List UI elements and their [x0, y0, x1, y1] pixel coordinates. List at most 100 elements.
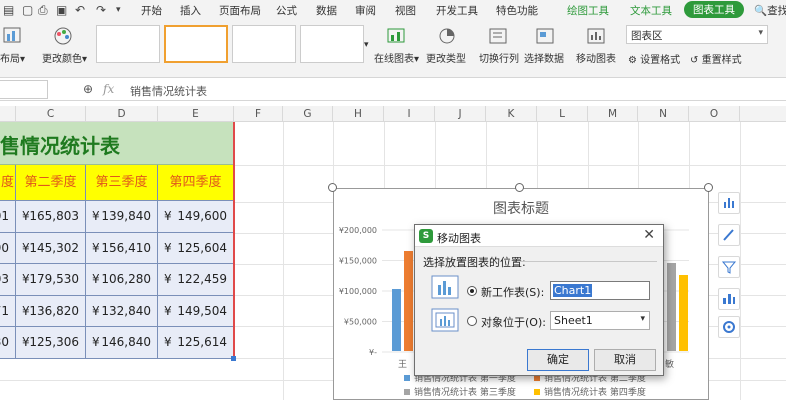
online-chart-tool[interactable] — [718, 288, 740, 310]
save-icon[interactable]: ▢ — [22, 3, 33, 17]
tab-home[interactable]: 开始 — [141, 3, 162, 18]
column-header-i[interactable]: I — [384, 106, 435, 122]
column-header-o[interactable]: O — [689, 106, 740, 122]
select-data-button[interactable]: 选择数据 — [524, 50, 564, 65]
column-header-g[interactable]: G — [283, 106, 333, 122]
name-box[interactable] — [0, 80, 48, 99]
table-cell[interactable]: ¥122,459 — [158, 264, 234, 296]
table-cell[interactable]: ¥165,803 — [16, 201, 86, 233]
copy-icon[interactable]: ▤ — [3, 3, 14, 17]
table-cell[interactable]: ¥145,302 — [16, 232, 86, 264]
preview-icon[interactable]: ▣ — [56, 3, 67, 17]
reset-style-button[interactable]: ↺ 重置样式 — [690, 51, 742, 66]
table-cell[interactable]: 90 — [0, 232, 16, 264]
table-cell[interactable]: ¥179,530 — [16, 264, 86, 296]
undo-icon[interactable]: ↶ — [75, 3, 85, 17]
table-cell[interactable]: ¥125,614 — [158, 327, 234, 359]
header-q2[interactable]: 第二季度 — [16, 165, 86, 201]
fill-handle[interactable] — [231, 356, 236, 361]
change-color-button[interactable]: 更改颜色▾ — [42, 50, 87, 65]
column-header-f[interactable]: F — [234, 106, 283, 122]
new-sheet-radio[interactable] — [467, 286, 477, 296]
column-header-m[interactable]: M — [588, 106, 638, 122]
table-cell[interactable]: ¥106,280 — [86, 264, 158, 296]
table-cell[interactable]: ¥136,820 — [16, 295, 86, 327]
table-cell[interactable]: 03 — [0, 264, 16, 296]
column-header-h[interactable]: H — [333, 106, 384, 122]
chart-style-tool[interactable] — [718, 224, 740, 246]
object-sheet-select[interactable]: Sheet1 ▾ — [550, 311, 650, 330]
fx-label[interactable]: fx — [103, 82, 114, 96]
bar[interactable] — [667, 263, 676, 351]
table-cell[interactable]: ¥149,600 — [158, 201, 234, 233]
tab-text-tools[interactable]: 文本工具 — [630, 3, 672, 18]
legend-label[interactable]: 销售情况统计表 第四季度 — [544, 386, 646, 398]
tab-review[interactable]: 审阅 — [355, 3, 376, 18]
ok-button[interactable]: 确定 — [527, 349, 589, 371]
style-thumb-4[interactable] — [300, 25, 364, 63]
bar[interactable] — [392, 289, 401, 351]
table-cell[interactable]: ¥149,504 — [158, 295, 234, 327]
column-header-e[interactable]: E — [158, 106, 234, 122]
style-thumb-1[interactable] — [96, 25, 160, 63]
tab-insert[interactable]: 插入 — [180, 3, 201, 18]
tab-special[interactable]: 特色功能 — [496, 3, 538, 18]
online-chart-button[interactable]: 在线图表▾ — [374, 50, 419, 65]
table-cell[interactable]: ¥125,306 — [16, 327, 86, 359]
set-format-button[interactable]: ⚙ 设置格式 — [628, 51, 680, 66]
table-cell[interactable]: ¥156,410 — [86, 232, 158, 264]
add-element-button[interactable]: 布局▾ — [0, 50, 25, 65]
chart-settings-tool[interactable] — [718, 316, 740, 338]
resize-handle-ne[interactable] — [704, 183, 713, 192]
column-header-l[interactable]: L — [537, 106, 588, 122]
style-thumb-3[interactable] — [232, 25, 296, 63]
tab-page-layout[interactable]: 页面布局 — [219, 3, 261, 18]
object-radio[interactable] — [467, 316, 477, 326]
tab-drawing-tools[interactable]: 绘图工具 — [567, 3, 609, 18]
resize-handle-n[interactable] — [515, 183, 524, 192]
table-cell[interactable]: ¥125,604 — [158, 232, 234, 264]
resize-handle-nw[interactable] — [328, 183, 337, 192]
table-cell[interactable]: ¥132,840 — [86, 295, 158, 327]
tab-view[interactable]: 视图 — [395, 3, 416, 18]
search-tab[interactable]: 🔍查找 — [754, 3, 786, 18]
header-q4[interactable]: 第四季度 — [158, 165, 234, 201]
print-icon[interactable]: ⎙ — [38, 3, 48, 18]
table-cell[interactable]: 30 — [0, 327, 16, 359]
tab-data[interactable]: 数据 — [316, 3, 337, 18]
table-title-cell[interactable]: 售情况统计表 — [0, 122, 234, 165]
column-header-p[interactable] — [740, 106, 786, 122]
move-chart-button[interactable]: 移动图表 — [576, 50, 616, 65]
legend-label[interactable]: 销售情况统计表 第三季度 — [414, 386, 516, 398]
redo-icon[interactable]: ↷ — [96, 3, 106, 17]
column-header-k[interactable]: K — [486, 106, 537, 122]
new-sheet-name-input[interactable]: Chart1 — [550, 281, 650, 300]
switch-rowcol-button[interactable]: 切换行列 — [479, 50, 519, 65]
chart-elements-tool[interactable] — [718, 192, 740, 214]
styles-more-icon[interactable]: ▾ — [364, 40, 369, 50]
column-header-c[interactable]: C — [16, 106, 86, 122]
chart-filter-tool[interactable] — [718, 256, 740, 278]
tab-developer[interactable]: 开发工具 — [436, 3, 478, 18]
change-type-button[interactable]: 更改类型 — [426, 50, 466, 65]
column-header-d[interactable]: D — [86, 106, 158, 122]
formula-input[interactable]: 销售情况统计表 — [130, 83, 207, 99]
close-icon[interactable]: ✕ — [643, 227, 655, 243]
column-header-b[interactable] — [0, 106, 16, 122]
cancel-button[interactable]: 取消 — [594, 349, 656, 371]
table-cell[interactable]: 01 — [0, 201, 16, 233]
style-thumb-2[interactable] — [164, 25, 228, 63]
bar[interactable] — [404, 251, 413, 351]
table-cell[interactable]: ¥139,840 — [86, 201, 158, 233]
qa-dropdown-icon[interactable]: ▾ — [116, 5, 121, 15]
column-header-n[interactable]: N — [638, 106, 689, 122]
column-header-j[interactable]: J — [435, 106, 486, 122]
header-q3[interactable]: 第三季度 — [86, 165, 158, 201]
zoom-icon[interactable]: ⊕ — [83, 82, 93, 96]
table-cell[interactable]: ¥146,840 — [86, 327, 158, 359]
tab-chart-tools[interactable]: 图表工具 — [684, 1, 744, 18]
header-q1[interactable]: 度 — [0, 165, 16, 201]
tab-formulas[interactable]: 公式 — [276, 3, 297, 18]
chart-element-select[interactable]: 图表区 ▾ — [626, 25, 768, 44]
table-cell[interactable]: 71 — [0, 295, 16, 327]
